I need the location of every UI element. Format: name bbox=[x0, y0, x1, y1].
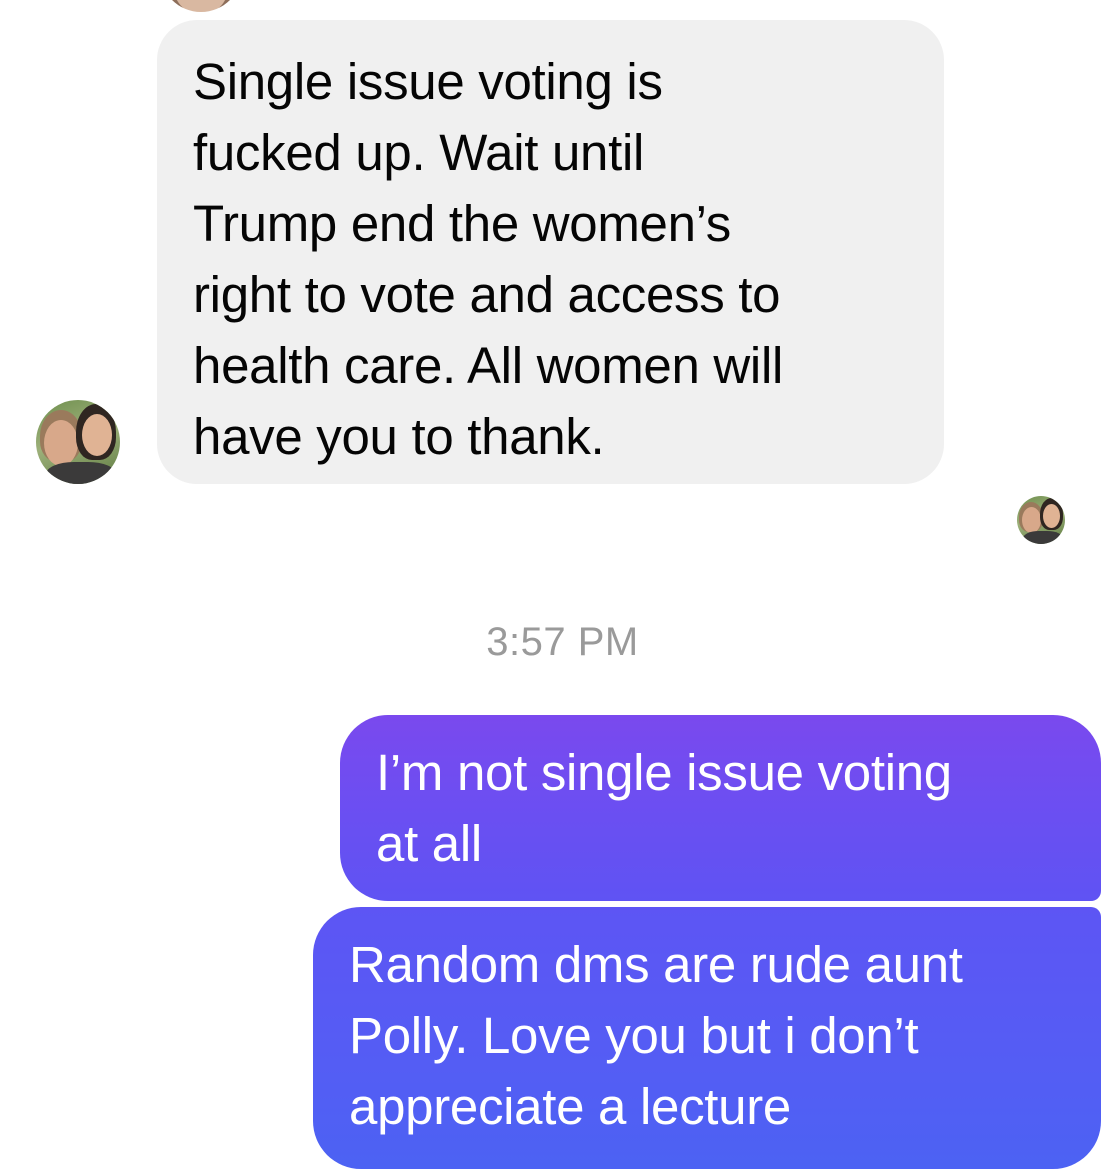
sender-avatar[interactable] bbox=[36, 400, 120, 484]
read-receipt-avatar bbox=[1017, 496, 1065, 544]
message-line: I’m not single issue voting bbox=[376, 744, 952, 801]
message-line: Polly. Love you but i don’t bbox=[349, 1007, 919, 1064]
message-line: right to vote and access to bbox=[193, 266, 781, 323]
message-line: Random dms are rude aunt bbox=[349, 936, 963, 993]
message-line: fucked up. Wait until bbox=[193, 124, 645, 181]
message-line: Trump end the women’s bbox=[193, 195, 731, 252]
incoming-message-bubble[interactable]: Single issue voting is fucked up. Wait u… bbox=[157, 20, 944, 484]
outgoing-message-bubble[interactable]: I’m not single issue voting at all bbox=[340, 715, 1101, 901]
message-timestamp: 3:57 PM bbox=[486, 620, 639, 664]
message-line: at all bbox=[376, 815, 482, 872]
message-line: Single issue voting is bbox=[193, 53, 663, 110]
message-line: health care. All women will bbox=[193, 337, 784, 394]
outgoing-message-bubble[interactable]: Random dms are rude aunt Polly. Love you… bbox=[313, 907, 1101, 1169]
message-line: have you to thank. bbox=[193, 408, 605, 465]
message-thread: Single issue voting is fucked up. Wait u… bbox=[0, 0, 1117, 1169]
sender-avatar-partial[interactable] bbox=[160, 0, 242, 12]
message-line: appreciate a lecture bbox=[349, 1078, 791, 1135]
